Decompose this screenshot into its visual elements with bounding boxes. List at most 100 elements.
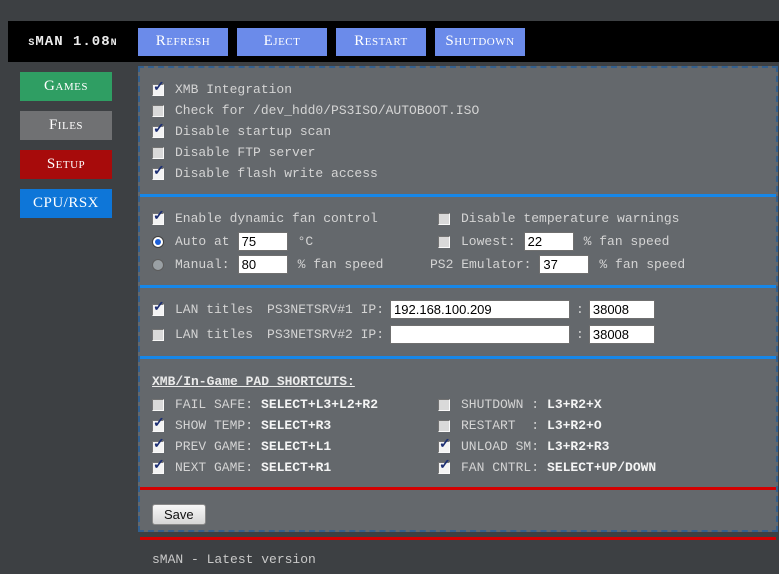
save-section: Save xyxy=(140,495,776,532)
setting-row: Disable startup scan xyxy=(152,121,764,142)
divider-blue xyxy=(140,194,776,197)
disable-temp-warnings-checkbox[interactable] xyxy=(438,213,450,225)
divider-blue xyxy=(140,356,776,359)
lan-label: LAN titles xyxy=(175,302,253,317)
setting-row: XMB Integration xyxy=(152,79,764,100)
setting-label: Disable startup scan xyxy=(175,124,331,139)
fan-row: Auto at °C Lowest: % fan speed xyxy=(152,230,764,253)
enable-fan-control-checkbox[interactable] xyxy=(152,213,164,225)
netsrv1-port-input[interactable] xyxy=(589,300,655,319)
shortcut-row: PREV GAME: SELECT+L1 UNLOAD SM: L3+R2+R3 xyxy=(152,436,764,457)
shortcut-label: SHOW TEMP: xyxy=(175,418,253,433)
eject-button[interactable]: Eject xyxy=(237,28,327,56)
shortcut-label: FAIL SAFE: xyxy=(175,397,253,412)
unit-label: % fan speed xyxy=(298,257,384,272)
unit-label: °C xyxy=(298,234,314,249)
lan-section: LAN titles PS3NETSRV#1 IP: : LAN titles … xyxy=(140,293,776,351)
shortcut-label: SHUTDOWN : xyxy=(461,397,539,412)
server-label: PS3NETSRV#1 IP: xyxy=(267,302,384,317)
server-label: PS3NETSRV#2 IP: xyxy=(267,327,384,342)
divider-blue xyxy=(140,285,776,288)
shortcut-combo: SELECT+UP/DOWN xyxy=(547,460,656,475)
setting-row: Disable FTP server xyxy=(152,142,764,163)
sidebar-item-files[interactable]: Files xyxy=(20,111,112,140)
unit-label: % fan speed xyxy=(599,257,685,272)
disable-startup-scan-checkbox[interactable] xyxy=(152,126,164,138)
settings-panel: XMB Integration Check for /dev_hdd0/PS3I… xyxy=(138,66,778,532)
colon-separator: : xyxy=(576,327,584,342)
ps2-emulator-label: PS2 Emulator: xyxy=(430,257,531,272)
unload-sm-checkbox[interactable] xyxy=(438,441,450,453)
status-text: sMAN - Latest version xyxy=(140,545,776,574)
restart-button[interactable]: Restart xyxy=(336,28,426,56)
pad-shortcuts-header: XMB/In-Game PAD SHORTCUTS: xyxy=(152,370,764,392)
save-button[interactable]: Save xyxy=(152,504,206,525)
top-bar: sMAN 1.08n Refresh Eject Restart Shutdow… xyxy=(8,21,779,62)
shutdown-button[interactable]: Shutdown xyxy=(435,28,525,56)
manual-fan-input[interactable] xyxy=(238,255,288,274)
shortcut-row: SHOW TEMP: SELECT+R3 RESTART : L3+R2+O xyxy=(152,415,764,436)
lan-titles-2-checkbox[interactable] xyxy=(152,329,164,341)
setting-label: Disable FTP server xyxy=(175,145,315,160)
shortcut-row: FAIL SAFE: SELECT+L3+L2+R2 SHUTDOWN : L3… xyxy=(152,394,764,415)
shortcut-combo: L3+R2+X xyxy=(547,397,602,412)
app-title: sMAN 1.08n xyxy=(8,34,138,50)
fan-row: Enable dynamic fan control Disable tempe… xyxy=(152,207,764,230)
page: { "header": { "title": "sMAN 1.08n", "bu… xyxy=(0,0,779,566)
manual-fan-radio[interactable] xyxy=(152,259,164,271)
setting-label: Disable flash write access xyxy=(175,166,378,181)
setting-row: Disable flash write access xyxy=(152,163,764,184)
fan-control-section: Enable dynamic fan control Disable tempe… xyxy=(140,202,776,280)
netsrv2-ip-input[interactable] xyxy=(390,325,570,344)
shortcut-combo: SELECT+R1 xyxy=(261,460,331,475)
prev-game-checkbox[interactable] xyxy=(152,441,164,453)
shortcut-combo: SELECT+L1 xyxy=(261,439,331,454)
shortcut-combo: SELECT+L3+L2+R2 xyxy=(261,397,378,412)
setting-row: Check for /dev_hdd0/PS3ISO/AUTOBOOT.ISO xyxy=(152,100,764,121)
autoboot-check-checkbox[interactable] xyxy=(152,105,164,117)
lan-titles-1-checkbox[interactable] xyxy=(152,304,164,316)
lan-label: LAN titles xyxy=(175,327,253,342)
colon-separator: : xyxy=(576,302,584,317)
disable-flash-write-checkbox[interactable] xyxy=(152,168,164,180)
fan-row: Manual: % fan speed PS2 Emulator: % fan … xyxy=(152,253,764,276)
shortcut-row: NEXT GAME: SELECT+R1 FAN CNTRL: SELECT+U… xyxy=(152,457,764,478)
shortcut-combo: L3+R2+R3 xyxy=(547,439,609,454)
shortcut-label: PREV GAME: xyxy=(175,439,253,454)
disable-ftp-server-checkbox[interactable] xyxy=(152,147,164,159)
lowest-fan-input[interactable] xyxy=(524,232,574,251)
shortcut-label: NEXT GAME: xyxy=(175,460,253,475)
xmb-integration-checkbox[interactable] xyxy=(152,84,164,96)
divider-red xyxy=(140,537,776,540)
netsrv2-port-input[interactable] xyxy=(589,325,655,344)
ps2-fan-input[interactable] xyxy=(539,255,589,274)
shortcut-label: FAN CNTRL: xyxy=(461,460,539,475)
sidebar-item-setup[interactable]: Setup xyxy=(20,150,112,179)
lowest-fan-checkbox[interactable] xyxy=(438,236,450,248)
show-temp-checkbox[interactable] xyxy=(152,420,164,432)
fail-safe-checkbox[interactable] xyxy=(152,399,164,411)
divider-red xyxy=(140,487,776,490)
next-game-checkbox[interactable] xyxy=(152,462,164,474)
sidebar-item-games[interactable]: Games xyxy=(20,72,112,101)
auto-temp-input[interactable] xyxy=(238,232,288,251)
fan-label: Enable dynamic fan control xyxy=(175,211,378,226)
restart-shortcut-checkbox[interactable] xyxy=(438,420,450,432)
fan-label: Manual: xyxy=(175,257,230,272)
setting-label: Check for /dev_hdd0/PS3ISO/AUTOBOOT.ISO xyxy=(175,103,479,118)
fan-label: Disable temperature warnings xyxy=(461,211,679,226)
sidebar: Games Files Setup CPU/RSX xyxy=(20,72,112,228)
lan-row: LAN titles PS3NETSRV#1 IP: : xyxy=(152,297,764,322)
fan-label: Lowest: xyxy=(461,234,516,249)
shutdown-shortcut-checkbox[interactable] xyxy=(438,399,450,411)
shortcut-label: RESTART : xyxy=(461,418,539,433)
shortcut-combo: SELECT+R3 xyxy=(261,418,331,433)
unit-label: % fan speed xyxy=(584,234,670,249)
netsrv1-ip-input[interactable] xyxy=(390,300,570,319)
refresh-button[interactable]: Refresh xyxy=(138,28,228,56)
fan-cntrl-checkbox[interactable] xyxy=(438,462,450,474)
sidebar-item-cpu-rsx[interactable]: CPU/RSX xyxy=(20,189,112,218)
lan-row: LAN titles PS3NETSRV#2 IP: : xyxy=(152,322,764,347)
auto-fan-radio[interactable] xyxy=(152,236,164,248)
shortcut-combo: L3+R2+O xyxy=(547,418,602,433)
